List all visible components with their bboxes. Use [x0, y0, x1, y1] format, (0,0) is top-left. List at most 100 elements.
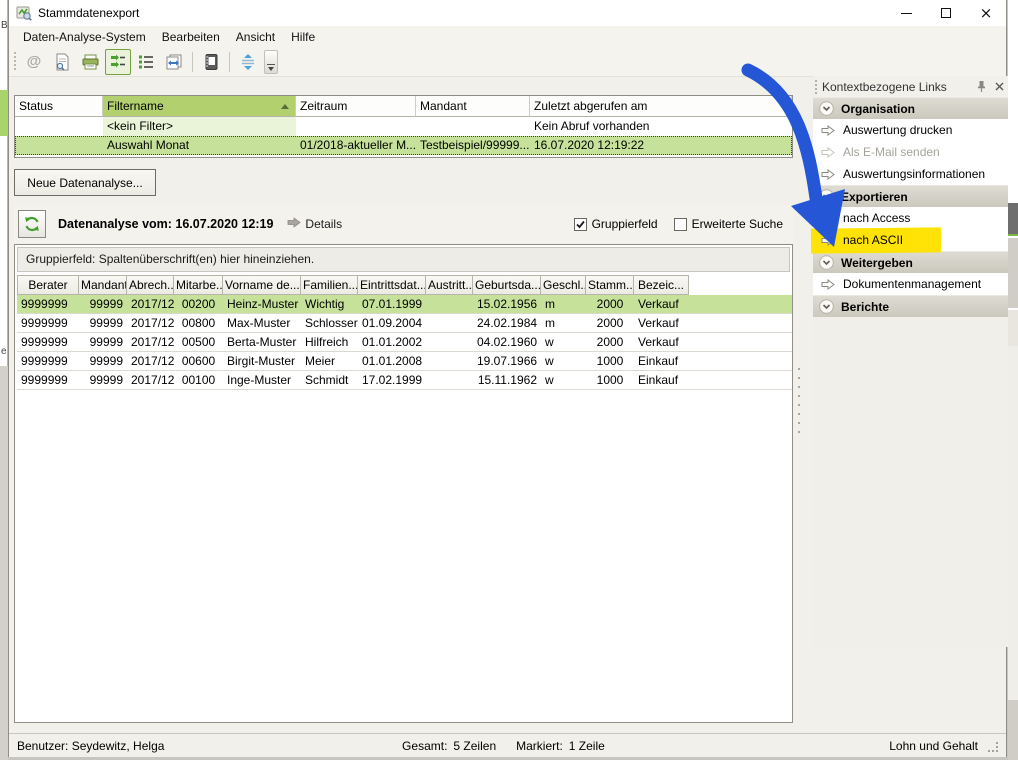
table-cell[interactable]: 01.01.2002 [358, 333, 426, 351]
table-cell[interactable]: 00100 [174, 371, 223, 389]
table-cell[interactable]: Inge-Muster [223, 371, 301, 389]
column-header[interactable]: Mitarbe... [174, 275, 223, 295]
section-header-berichte[interactable]: Berichte [813, 295, 1008, 317]
table-cell[interactable]: 2000 [586, 333, 634, 351]
table-cell[interactable]: 00500 [174, 333, 223, 351]
email-button[interactable]: @ [21, 49, 47, 75]
table-cell[interactable]: 15.02.1956 [473, 295, 541, 313]
column-header[interactable]: Berater [17, 275, 79, 295]
table-cell[interactable]: Schlosser [301, 314, 358, 332]
table-cell[interactable]: Einkauf [634, 352, 689, 370]
column-header[interactable]: Mandant [79, 275, 127, 295]
table-cell[interactable]: 99999 [79, 295, 127, 313]
table-cell[interactable]: 9999999 [17, 314, 79, 332]
table-cell[interactable]: 2017/12 [127, 352, 174, 370]
notebook-button[interactable] [198, 49, 224, 75]
table-cell[interactable]: 00200 [174, 295, 223, 313]
table-cell[interactable]: Verkauf [634, 295, 689, 313]
sidebar-drag-grip[interactable] [814, 80, 818, 94]
table-cell[interactable]: 01.01.2008 [358, 352, 426, 370]
refresh-button[interactable] [18, 210, 46, 238]
column-header[interactable]: Vorname de... [223, 275, 301, 295]
table-cell[interactable]: 2000 [586, 295, 634, 313]
table-cell[interactable]: 9999999 [17, 371, 79, 389]
table-cell[interactable]: 00600 [174, 352, 223, 370]
table-cell[interactable]: 9999999 [17, 333, 79, 351]
group-field-checkbox[interactable]: Gruppierfeld [574, 217, 658, 231]
table-cell[interactable]: Hilfreich [301, 333, 358, 351]
row-height-button[interactable] [235, 49, 261, 75]
column-header[interactable]: Status [15, 96, 103, 117]
table-cell[interactable] [426, 371, 473, 389]
menu-item-ansicht[interactable]: Ansicht [228, 28, 283, 46]
table-cell[interactable] [426, 352, 473, 370]
resize-grip-icon[interactable] [988, 742, 998, 752]
sidebar-close-button[interactable] [990, 79, 1008, 95]
minimize-button[interactable] [886, 0, 926, 26]
table-cell[interactable]: Verkauf [634, 314, 689, 332]
advanced-search-checkbox[interactable]: Erweiterte Suche [674, 217, 783, 231]
table-cell[interactable]: 01/2018-aktueller M... [296, 136, 416, 155]
menu-item-hilfe[interactable]: Hilfe [283, 28, 323, 46]
link-nach-ascii[interactable]: nach ASCII [813, 229, 1008, 251]
column-header[interactable]: Geburtsda... [473, 275, 541, 295]
column-header[interactable]: Zuletzt abgerufen am [530, 96, 792, 117]
column-header[interactable]: Mandant [416, 96, 530, 117]
table-cell[interactable]: 99999 [79, 371, 127, 389]
table-cell[interactable]: Testbeispiel/99999... [416, 136, 530, 155]
table-row[interactable]: 9999999999992017/1200800Max-MusterSchlos… [17, 314, 792, 333]
column-header[interactable]: Filtername [103, 96, 296, 117]
column-header[interactable]: Austritt... [426, 275, 473, 295]
table-cell[interactable]: Kein Abruf vorhanden [530, 117, 792, 136]
menu-item-bearbeiten[interactable]: Bearbeiten [154, 28, 228, 46]
table-cell[interactable]: Berta-Muster [223, 333, 301, 351]
table-cell[interactable]: Max-Muster [223, 314, 301, 332]
column-header[interactable]: Abrech... [127, 275, 174, 295]
table-cell[interactable]: 9999999 [17, 352, 79, 370]
table-cell[interactable]: 07.01.1999 [358, 295, 426, 313]
table-cell[interactable]: 01.09.2004 [358, 314, 426, 332]
table-cell[interactable]: m [541, 314, 586, 332]
table-cell[interactable]: Heinz-Muster [223, 295, 301, 313]
table-cell[interactable]: <kein Filter> [103, 117, 296, 136]
table-cell[interactable]: Wichtig [301, 295, 358, 313]
splitter-grip[interactable] [797, 368, 801, 434]
column-header[interactable]: Geschl... [541, 275, 586, 295]
table-cell[interactable]: 2000 [586, 314, 634, 332]
table-cell[interactable] [426, 314, 473, 332]
table-row[interactable]: 9999999999992017/1200500Berta-MusterHilf… [17, 333, 792, 352]
section-header-exportieren[interactable]: Exportieren [813, 185, 1008, 207]
table-row[interactable]: Auswahl Monat01/2018-aktueller M...Testb… [15, 136, 792, 155]
table-row[interactable]: 9999999999992017/1200200Heinz-MusterWich… [17, 295, 792, 314]
table-cell[interactable]: 99999 [79, 333, 127, 351]
table-cell[interactable]: 1000 [586, 352, 634, 370]
table-cell[interactable]: 2017/12 [127, 314, 174, 332]
table-cell[interactable]: m [541, 295, 586, 313]
link-auswertung-drucken[interactable]: Auswertung drucken [813, 119, 1008, 141]
column-header[interactable]: Stamm... [586, 275, 634, 295]
table-cell[interactable]: Birgit-Muster [223, 352, 301, 370]
table-cell[interactable] [296, 117, 416, 136]
table-cell[interactable] [416, 117, 530, 136]
table-cell[interactable]: w [541, 352, 586, 370]
details-link[interactable]: Details [305, 217, 342, 231]
table-cell[interactable]: w [541, 371, 586, 389]
report-preview-button[interactable] [49, 49, 75, 75]
pin-button[interactable] [972, 79, 990, 95]
table-row[interactable]: <kein Filter> Kein Abruf vorhanden [15, 117, 792, 136]
toolbar-overflow-button[interactable] [264, 50, 278, 74]
link-nach-access[interactable]: nach Access [813, 207, 1008, 229]
table-row[interactable]: 9999999999992017/1200100Inge-MusterSchmi… [17, 371, 792, 390]
section-header-organisation[interactable]: Organisation [813, 97, 1008, 119]
table-cell[interactable]: 2017/12 [127, 295, 174, 313]
close-button[interactable]: × [966, 0, 1006, 26]
table-cell[interactable]: 2017/12 [127, 371, 174, 389]
table-cell[interactable]: 15.11.1962 [473, 371, 541, 389]
menu-item-daten-analyse-system[interactable]: Daten-Analyse-System [15, 28, 154, 46]
table-cell[interactable]: Einkauf [634, 371, 689, 389]
table-cell[interactable] [426, 333, 473, 351]
table-cell[interactable]: 16.07.2020 12:19:22 [530, 136, 792, 155]
table-cell[interactable]: 99999 [79, 314, 127, 332]
column-width-button[interactable] [161, 49, 187, 75]
table-cell[interactable]: 24.02.1984 [473, 314, 541, 332]
